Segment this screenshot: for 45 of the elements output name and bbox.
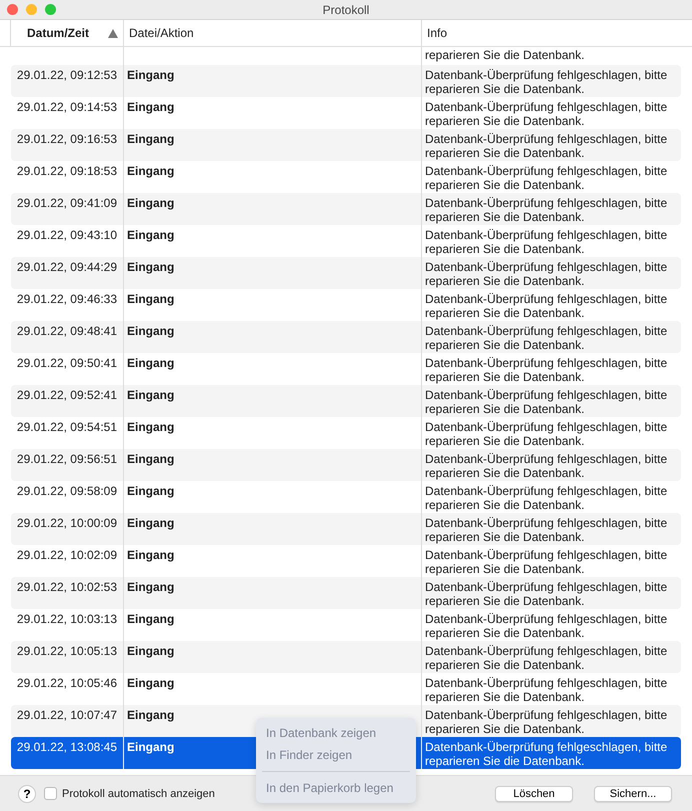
table-cell-text: 29.01.22, 09:44:29 (16, 259, 118, 276)
table-cell: Eingang (123, 129, 421, 161)
table-cell-text: 29.01.22, 09:56:51 (16, 451, 118, 468)
table-cell-text: 29.01.22, 09:52:41 (16, 387, 118, 404)
table-cell-text: 29.01.22, 09:41:09 (16, 195, 118, 212)
table-cell: Datenbank-Überprüfung fehlgeschlagen, bitte reparieren Sie die Datenbank. (421, 513, 680, 545)
table-cell-text: 29.01.22, 10:05:13 (16, 643, 118, 660)
table-cell: Datenbank-Überprüfung fehlgeschlagen, bitte reparieren Sie die Datenbank. (421, 737, 680, 769)
table-cell-text: 29.01.22, 09:43:10 (16, 227, 118, 244)
table-cell-text: 29.01.22, 10:00:09 (16, 515, 118, 532)
table-cell-text: 29.01.22, 09:18:53 (16, 163, 118, 180)
table-cell-text: 29.01.22, 09:46:33 (16, 291, 118, 308)
table-cell: Eingang (123, 513, 421, 545)
table-cell-text: 29.01.22, 10:07:47 (16, 707, 118, 724)
table-cell: Datenbank-Überprüfung fehlgeschlagen, bitte reparieren Sie die Datenbank. (421, 129, 680, 161)
table-cell-text: 29.01.22, 10:02:09 (16, 547, 118, 564)
table-cell: Datenbank-Überprüfung fehlgeschlagen, bitte reparieren Sie die Datenbank. (421, 257, 680, 289)
table-cell-text: 29.01.22, 09:48:41 (16, 323, 118, 340)
table-cell-text: 29.01.22, 09:16:53 (16, 131, 118, 148)
table-cell: Eingang (123, 385, 421, 417)
table-cell: Eingang (123, 641, 421, 673)
table-cell-text: 29.01.22, 09:14:53 (16, 99, 118, 116)
table-cell-text: 29.01.22, 09:58:09 (16, 483, 118, 500)
table-cell: Eingang (123, 193, 421, 225)
table-cell-text: 29.01.22, 09:50:41 (16, 355, 118, 372)
table-cell-text: 29.01.22, 13:08:45 (16, 739, 118, 756)
table-cell-text: 29.01.22, 10:03:13 (16, 611, 118, 628)
table-cell: Eingang (123, 321, 421, 353)
table-cell: Datenbank-Überprüfung fehlgeschlagen, bitte reparieren Sie die Datenbank. (421, 577, 680, 609)
window-title: Protokoll (322, 2, 370, 16)
table-cell-text: 29.01.22, 09:12:53 (16, 67, 118, 84)
table-cell: Datenbank-Überprüfung fehlgeschlagen, bitte reparieren Sie die Datenbank. (421, 385, 680, 417)
table-cell: Datenbank-Überprüfung fehlgeschlagen, bitte reparieren Sie die Datenbank. (421, 65, 680, 97)
checkbox-label: Protokoll automatisch anzeigen (62, 788, 215, 800)
table-cell: Datenbank-Überprüfung fehlgeschlagen, bitte reparieren Sie die Datenbank. (421, 449, 680, 481)
table-cell: Eingang (123, 257, 421, 289)
table-cell-text: 29.01.22, 10:05:46 (16, 675, 118, 692)
table-cell-text: 29.01.22, 10:02:53 (16, 579, 118, 596)
table-cell: Eingang (123, 449, 421, 481)
table-cell-text: 29.01.22, 09:54:51 (16, 419, 118, 436)
table-cell: Eingang (123, 577, 421, 609)
table-cell: Datenbank-Überprüfung fehlgeschlagen, bitte reparieren Sie die Datenbank. (421, 641, 680, 673)
table-cell: Eingang (123, 65, 421, 97)
table-cell: Datenbank-Überprüfung fehlgeschlagen, bitte reparieren Sie die Datenbank. (421, 193, 680, 225)
table-cell: Datenbank-Überprüfung fehlgeschlagen, bitte reparieren Sie die Datenbank. (421, 321, 680, 353)
